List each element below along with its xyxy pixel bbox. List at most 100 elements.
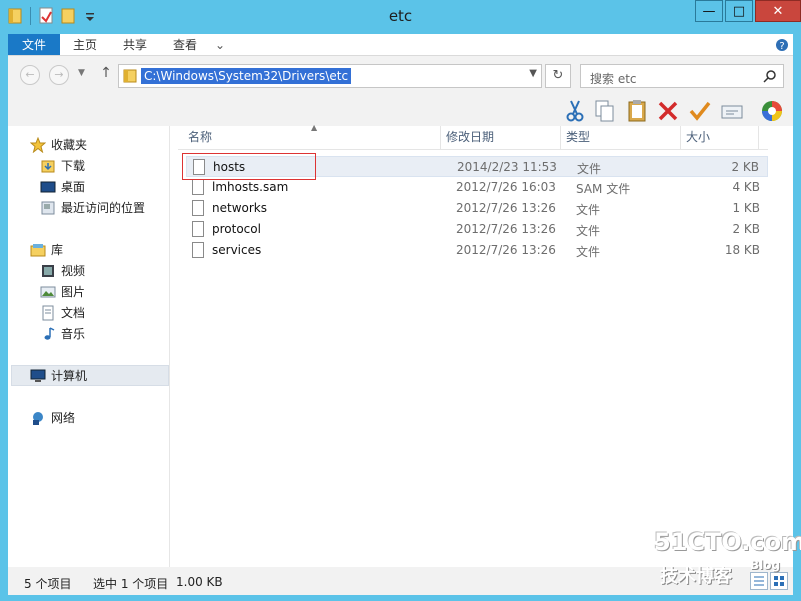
annotation-highlight bbox=[182, 153, 316, 180]
folder-icon bbox=[123, 69, 137, 83]
tab-file[interactable]: 文件 bbox=[8, 34, 61, 55]
nav-item-pictures[interactable]: 图片 bbox=[40, 281, 198, 302]
file-name: protocol bbox=[212, 222, 261, 236]
watermark-line1: 51CTO.com bbox=[654, 528, 801, 556]
nav-label: 音乐 bbox=[61, 327, 86, 341]
search-input[interactable]: 搜索 etc bbox=[590, 70, 637, 87]
rename-icon[interactable] bbox=[688, 99, 712, 123]
navigation-pane: 收藏夹 下载 桌面 最近访问的位置 库 视频 图片 文档 音乐 计算机 网络 bbox=[8, 126, 170, 567]
nav-label: 计算机 bbox=[51, 369, 88, 383]
color-wheel-icon[interactable] bbox=[760, 99, 784, 123]
address-path[interactable]: C:\Windows\System32\Drivers\etc bbox=[141, 68, 352, 84]
status-size: 1.00 KB bbox=[176, 575, 223, 589]
nav-item-music[interactable]: 音乐 bbox=[40, 323, 198, 344]
minimize-button[interactable]: — bbox=[695, 0, 723, 22]
delete-icon[interactable] bbox=[656, 99, 680, 123]
tab-home[interactable]: 主页 bbox=[60, 34, 110, 55]
recent-places-icon bbox=[41, 201, 55, 214]
close-button[interactable]: ✕ bbox=[755, 0, 801, 22]
maximize-button[interactable]: □ bbox=[725, 0, 753, 22]
back-button[interactable]: ← bbox=[20, 65, 40, 85]
nav-label: 网络 bbox=[51, 411, 76, 425]
column-header-type[interactable]: 类型 bbox=[561, 126, 681, 150]
forward-button[interactable]: → bbox=[49, 65, 69, 85]
ribbon-tabs: 文件 主页 共享 查看 ⌄ ? bbox=[8, 34, 793, 56]
search-box[interactable]: 搜索 etc bbox=[580, 64, 784, 88]
nav-label: 库 bbox=[51, 243, 64, 257]
maximize-icon: □ bbox=[732, 3, 746, 19]
file-row[interactable]: protocol 2012/7/26 13:26 文件 2 KB bbox=[186, 219, 768, 240]
file-row[interactable]: networks 2012/7/26 13:26 文件 1 KB bbox=[186, 198, 768, 219]
column-header-name[interactable]: 名称 bbox=[183, 126, 441, 150]
forward-arrow-icon: → bbox=[54, 68, 64, 81]
copy-icon[interactable] bbox=[593, 99, 617, 123]
address-bar[interactable]: C:\Windows\System32\Drivers\etc ▼ bbox=[118, 64, 542, 88]
nav-label: 最近访问的位置 bbox=[61, 201, 146, 215]
desktop-icon bbox=[40, 181, 56, 192]
nav-item-libraries[interactable]: 库 bbox=[30, 239, 188, 260]
tab-view[interactable]: 查看 bbox=[160, 34, 210, 55]
nav-item-desktop[interactable]: 桌面 bbox=[40, 176, 198, 197]
column-header-date[interactable]: 修改日期 bbox=[441, 126, 561, 150]
file-date: 2014/2/23 11:53 bbox=[457, 160, 557, 174]
back-arrow-icon: ← bbox=[25, 68, 35, 81]
nav-item-favorites[interactable]: 收藏夹 bbox=[30, 134, 188, 155]
cut-icon[interactable] bbox=[563, 99, 587, 123]
picture-icon bbox=[40, 286, 56, 297]
downloads-folder-icon bbox=[41, 160, 55, 172]
tab-share[interactable]: 共享 bbox=[110, 34, 160, 55]
nav-item-network[interactable]: 网络 bbox=[30, 407, 188, 428]
close-icon: ✕ bbox=[772, 3, 784, 19]
address-dropdown-icon[interactable]: ▼ bbox=[529, 68, 537, 79]
document-icon bbox=[42, 305, 54, 320]
status-selected: 选中 1 个项目 bbox=[93, 577, 169, 591]
ribbon-expand-icon[interactable]: ⌄ bbox=[210, 34, 230, 55]
file-size: 4 KB bbox=[732, 180, 760, 194]
file-size: 1 KB bbox=[732, 201, 760, 215]
command-toolbar bbox=[8, 96, 793, 126]
nav-item-recent[interactable]: 最近访问的位置 bbox=[40, 197, 198, 218]
nav-item-videos[interactable]: 视频 bbox=[40, 260, 198, 281]
music-note-icon bbox=[44, 326, 55, 340]
refresh-button[interactable]: ↻ bbox=[545, 64, 571, 88]
window-title: etc bbox=[388, 7, 413, 25]
nav-label: 图片 bbox=[61, 285, 86, 299]
status-item-count: 5 个项目 bbox=[24, 577, 72, 591]
minimize-icon: — bbox=[702, 3, 716, 19]
file-icon bbox=[192, 221, 204, 237]
column-header-row: ▲ 名称 修改日期 类型 大小 bbox=[178, 123, 768, 150]
recent-locations-dropdown[interactable]: ▼ bbox=[78, 68, 85, 78]
column-header-size[interactable]: 大小 bbox=[681, 126, 759, 150]
up-button[interactable]: ↑ bbox=[98, 65, 114, 81]
file-icon bbox=[192, 242, 204, 258]
nav-item-computer[interactable]: 计算机 bbox=[11, 365, 169, 386]
network-icon bbox=[33, 411, 43, 425]
file-row[interactable]: lmhosts.sam 2012/7/26 16:03 SAM 文件 4 KB bbox=[186, 177, 768, 198]
file-type: 文件 bbox=[576, 203, 601, 217]
nav-label: 桌面 bbox=[61, 180, 86, 194]
file-icon bbox=[192, 200, 204, 216]
properties-icon[interactable] bbox=[720, 99, 744, 123]
file-type: 文件 bbox=[576, 224, 601, 238]
navigation-bar: ← → ▼ ↑ C:\Windows\System32\Drivers\etc … bbox=[8, 56, 793, 96]
star-icon bbox=[30, 136, 46, 153]
paste-icon[interactable] bbox=[625, 99, 649, 123]
up-arrow-icon: ↑ bbox=[100, 65, 112, 81]
nav-label: 收藏夹 bbox=[51, 138, 88, 152]
search-icon[interactable] bbox=[763, 69, 777, 83]
help-icon[interactable]: ? bbox=[771, 34, 793, 55]
library-icon bbox=[30, 243, 46, 256]
nav-label: 下载 bbox=[61, 159, 86, 173]
file-date: 2012/7/26 13:26 bbox=[456, 222, 556, 236]
nav-label: 视频 bbox=[61, 264, 86, 278]
watermark-line3: Blog bbox=[750, 558, 781, 572]
file-name: networks bbox=[212, 201, 267, 215]
nav-item-downloads[interactable]: 下载 bbox=[40, 155, 198, 176]
file-size: 2 KB bbox=[732, 222, 760, 236]
nav-item-documents[interactable]: 文档 bbox=[40, 302, 198, 323]
file-name: lmhosts.sam bbox=[212, 180, 289, 194]
file-date: 2012/7/26 13:26 bbox=[456, 243, 556, 257]
file-row[interactable]: services 2012/7/26 13:26 文件 18 KB bbox=[186, 240, 768, 261]
watermark: 51CTO.com 技术博客 Blog bbox=[654, 528, 801, 587]
refresh-icon: ↻ bbox=[552, 68, 564, 83]
